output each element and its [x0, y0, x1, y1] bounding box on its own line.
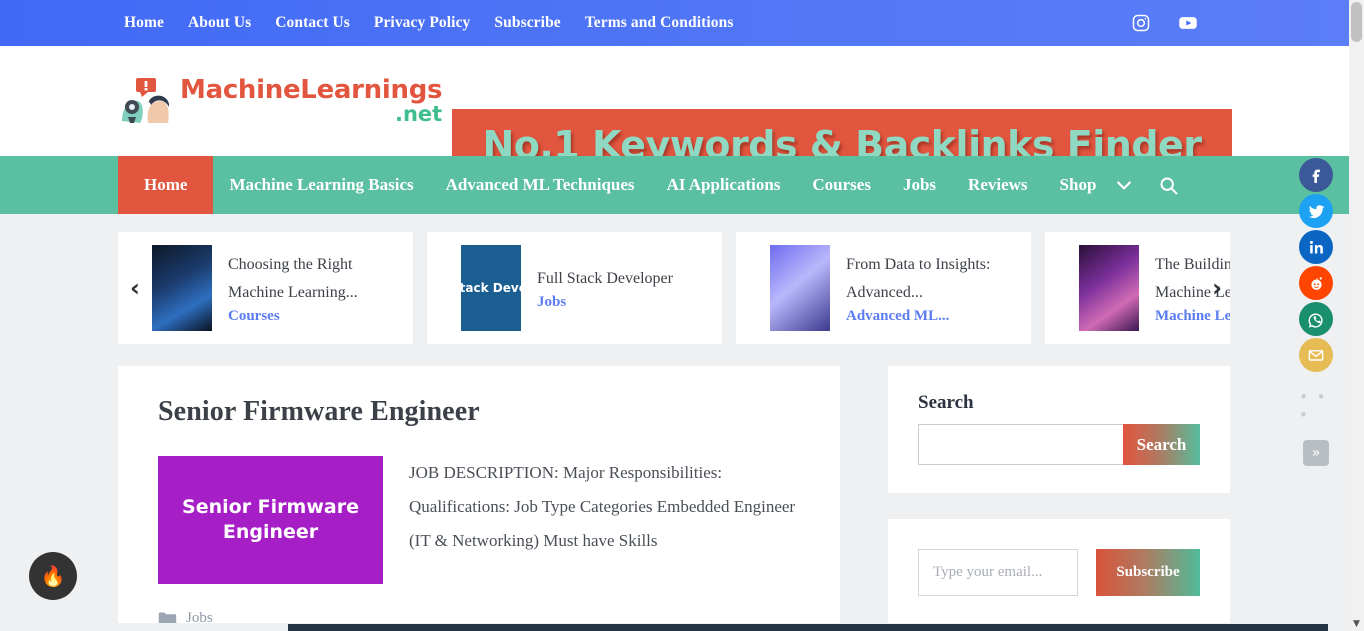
carousel-card-category[interactable]: Advanced ML... — [846, 308, 1019, 325]
carousel-next-arrow[interactable]: › — [1212, 276, 1222, 300]
chevron-down-icon[interactable] — [1112, 156, 1140, 214]
logo-secondary-text: .net — [394, 102, 443, 126]
share-expand-button[interactable]: » — [1303, 440, 1329, 466]
robot-head-logo-icon — [118, 77, 172, 125]
article-body: Senior Firmware Engineer JOB DESCRIPTION… — [158, 456, 802, 584]
carousel-card[interactable]: The Building Blocks of Machine Learning.… — [1045, 232, 1230, 344]
carousel-card[interactable]: Choosing the Right Machine Learning... C… — [118, 232, 413, 344]
carousel-card-thumbnail: Stack Devel — [461, 245, 521, 331]
carousel-prev-arrow[interactable]: ‹ — [130, 276, 140, 300]
top-utility-bar: Home About Us Contact Us Privacy Policy … — [0, 0, 1349, 46]
article-excerpt: JOB DESCRIPTION: Major Responsibilities:… — [409, 463, 796, 550]
horizontal-scrollbar[interactable] — [0, 623, 1349, 631]
topbar-link-subscribe[interactable]: Subscribe — [494, 14, 560, 32]
carousel-card-thumbnail — [1079, 245, 1139, 331]
topbar-link-home[interactable]: Home — [124, 14, 164, 32]
carousel-thumb-label: Stack Devel — [461, 281, 521, 295]
instagram-icon[interactable] — [1131, 13, 1151, 33]
article-card: Senior Firmware Engineer Senior Firmware… — [118, 366, 840, 631]
subscribe-form: Subscribe — [918, 545, 1200, 596]
nav-item-ai-applications[interactable]: AI Applications — [651, 156, 797, 214]
nav-search-icon[interactable] — [1140, 156, 1197, 214]
article-thumbnail-text: Senior Firmware Engineer — [182, 496, 359, 543]
nav-item-home[interactable]: Home — [118, 156, 214, 214]
share-more-dots[interactable]: • • • — [1299, 388, 1333, 424]
subscribe-button[interactable]: Subscribe — [1096, 549, 1200, 596]
flame-fab-button[interactable]: 🔥 — [29, 552, 77, 600]
sidebar: Search Search Subscribe — [888, 366, 1230, 631]
twitter-icon[interactable] — [1299, 194, 1333, 228]
scroll-down-arrow-icon[interactable]: ▼ — [1349, 619, 1364, 629]
search-widget-heading: Search — [918, 392, 974, 413]
nav-item-shop[interactable]: Shop — [1044, 156, 1113, 214]
nav-item-advanced-ml-techniques[interactable]: Advanced ML Techniques — [430, 156, 651, 214]
flame-icon: 🔥 — [40, 565, 66, 588]
topbar-link-terms-and-conditions[interactable]: Terms and Conditions — [585, 14, 734, 32]
search-widget: Search Search — [888, 366, 1230, 493]
carousel-card[interactable]: Stack Devel Full Stack Developer Jobs — [427, 232, 722, 344]
search-input[interactable] — [918, 424, 1123, 465]
subscribe-widget: Subscribe — [888, 519, 1230, 624]
topbar-social-links — [1131, 0, 1197, 46]
carousel-card-category[interactable]: Machine Learning... — [1155, 308, 1230, 325]
email-icon[interactable] — [1299, 338, 1333, 372]
carousel-card-title[interactable]: Choosing the Right Machine Learning... — [228, 256, 358, 300]
page-title[interactable]: Senior Firmware Engineer — [158, 396, 802, 428]
carousel-card-meta: Full Stack Developer Jobs — [537, 265, 673, 311]
youtube-icon[interactable] — [1177, 13, 1197, 33]
carousel-card-category[interactable]: Jobs — [537, 294, 673, 311]
topbar-link-privacy-policy[interactable]: Privacy Policy — [374, 14, 471, 32]
email-field[interactable] — [918, 549, 1078, 596]
linkedin-icon[interactable] — [1299, 230, 1333, 264]
article-thumbnail[interactable]: Senior Firmware Engineer — [158, 456, 383, 584]
site-header: MachineLearnings .net No.1 Keywords & Ba… — [0, 46, 1349, 181]
reddit-icon[interactable] — [1299, 266, 1333, 300]
carousel-card-thumbnail — [152, 245, 212, 331]
whatsapp-icon[interactable] — [1299, 302, 1333, 336]
carousel-card-category[interactable]: Courses — [228, 308, 401, 325]
social-share-rail: • • • » — [1299, 158, 1333, 466]
vertical-scrollbar-thumb[interactable] — [1351, 2, 1362, 42]
carousel-card-title[interactable]: From Data to Insights: Advanced... — [846, 256, 990, 300]
topbar-link-contact-us[interactable]: Contact Us — [275, 14, 350, 32]
nav-item-jobs[interactable]: Jobs — [887, 156, 952, 214]
nav-item-reviews[interactable]: Reviews — [952, 156, 1043, 214]
carousel-card-meta: Choosing the Right Machine Learning... C… — [228, 251, 401, 324]
featured-posts-carousel[interactable]: ‹ Choosing the Right Machine Learning...… — [118, 232, 1230, 344]
topbar-link-about-us[interactable]: About Us — [188, 14, 251, 32]
search-form: Search — [918, 424, 1200, 465]
horizontal-scrollbar-thumb[interactable] — [288, 624, 1328, 631]
nav-item-courses[interactable]: Courses — [796, 156, 887, 214]
carousel-card[interactable]: From Data to Insights: Advanced... Advan… — [736, 232, 1031, 344]
site-logo[interactable]: MachineLearnings .net — [118, 77, 442, 125]
vertical-scrollbar[interactable]: ▼ — [1349, 0, 1364, 631]
carousel-card-meta: From Data to Insights: Advanced... Advan… — [846, 251, 1019, 324]
logo-text-block: MachineLearnings .net — [180, 77, 442, 125]
search-button[interactable]: Search — [1123, 424, 1200, 465]
nav-item-machine-learning-basics[interactable]: Machine Learning Basics — [213, 156, 429, 214]
facebook-icon[interactable] — [1299, 158, 1333, 192]
content-area: Senior Firmware Engineer Senior Firmware… — [118, 366, 1230, 631]
page-root: Home About Us Contact Us Privacy Policy … — [0, 0, 1349, 631]
carousel-card-title[interactable]: Full Stack Developer — [537, 270, 673, 287]
primary-navigation: Home Machine Learning Basics Advanced ML… — [0, 156, 1349, 214]
carousel-card-thumbnail — [770, 245, 830, 331]
logo-primary-text: MachineLearnings — [180, 75, 443, 105]
